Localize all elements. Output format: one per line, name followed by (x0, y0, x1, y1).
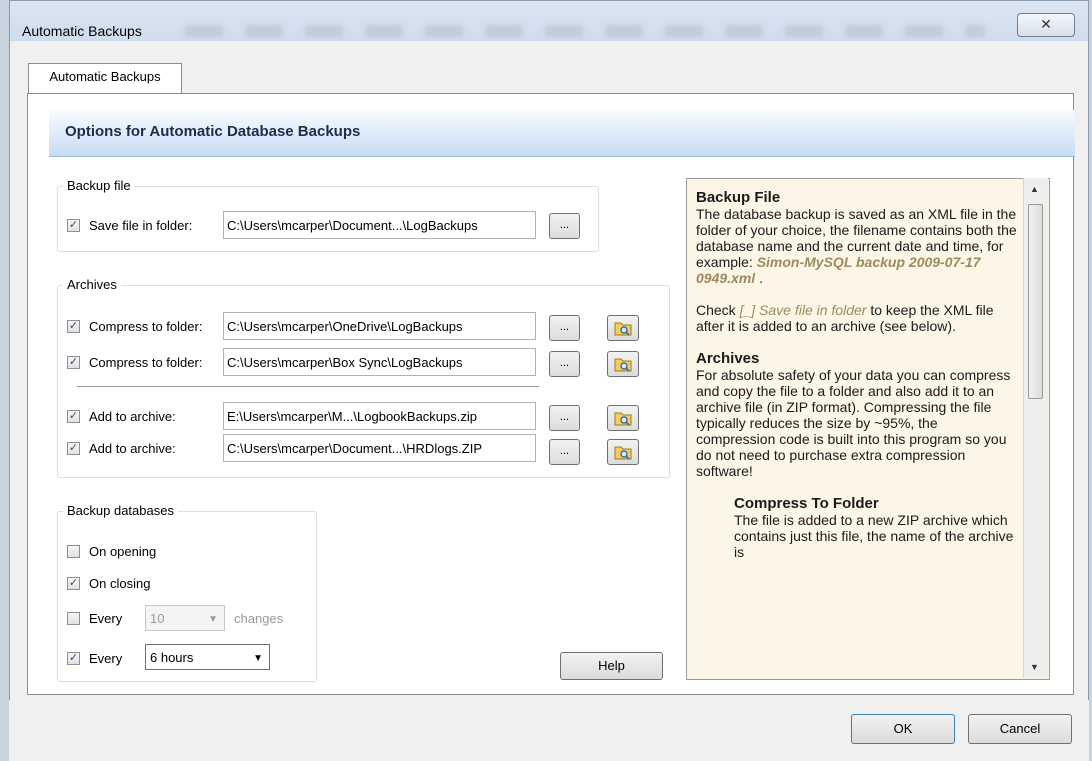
checkmark-icon: ✓ (68, 577, 79, 589)
backup-file-group-label: Backup file (63, 178, 135, 193)
checkmark-icon: ✓ (68, 410, 79, 422)
help-paragraph: . (759, 270, 763, 286)
every-time-checkbox[interactable]: ✓ (67, 652, 80, 665)
title-bar: Automatic Backups ✕ (10, 1, 1088, 41)
help-scrollbar[interactable]: ▲ ▼ (1023, 178, 1048, 678)
folder-search-icon (614, 358, 632, 372)
folder-search-icon (614, 322, 632, 336)
backup-databases-group-label: Backup databases (63, 503, 178, 518)
on-closing-label: On closing (89, 576, 151, 591)
backup-interval-select[interactable]: 6 hours ▼ (145, 644, 270, 670)
close-icon[interactable]: ✕ (1017, 13, 1075, 37)
every-changes-label: Every (89, 611, 123, 626)
help-subheading: Compress To Folder (734, 495, 879, 512)
compress-folder-field[interactable]: C:\Users\mcarper\Box Sync\LogBackups (223, 348, 536, 376)
window-title: Automatic Backups (22, 23, 142, 39)
archives-separator (77, 386, 539, 387)
help-content: Backup File The database backup is saved… (696, 189, 1018, 576)
archive-row-checkbox[interactable]: ✓ (67, 320, 80, 333)
checkmark-icon: ✓ (68, 652, 79, 664)
every-time-label: Every (89, 651, 123, 666)
backup-interval-value: 6 hours (150, 650, 194, 665)
open-folder-button[interactable] (607, 315, 639, 341)
on-opening-label: On opening (89, 544, 157, 559)
tab-automatic-backups[interactable]: Automatic Backups (28, 63, 182, 94)
archive-file-field[interactable]: E:\Users\mcarper\M...\LogbookBackups.zip (223, 402, 536, 430)
help-heading: Archives (696, 350, 760, 367)
archive-row-label: Add to archive: (89, 441, 176, 456)
chevron-down-icon: ▼ (253, 653, 263, 664)
folder-search-icon (614, 412, 632, 426)
changes-count-value: 10 (150, 611, 165, 626)
help-heading: Backup File (696, 189, 781, 206)
checkmark-icon: ✓ (68, 356, 79, 368)
archive-row-label: Compress to folder: (89, 319, 203, 334)
compress-folder-browse-button[interactable]: ... (549, 315, 580, 341)
archives-group-label: Archives (63, 277, 121, 292)
changes-suffix-label: changes (234, 611, 284, 626)
open-folder-button[interactable] (607, 405, 639, 431)
help-button[interactable]: Help (560, 652, 663, 680)
archive-file-browse-button[interactable]: ... (549, 439, 580, 465)
checkmark-icon: ✓ (68, 219, 79, 231)
scroll-down-icon[interactable]: ▼ (1030, 662, 1039, 672)
open-folder-button[interactable] (607, 439, 639, 465)
help-panel: Backup File The database backup is saved… (686, 178, 1050, 680)
open-folder-button[interactable] (607, 351, 639, 377)
archive-row-checkbox[interactable]: ✓ (67, 410, 80, 423)
help-paragraph: Check (696, 302, 736, 318)
folder-search-icon (614, 446, 632, 460)
scroll-thumb[interactable] (1028, 204, 1043, 399)
archive-row-label: Add to archive: (89, 409, 176, 424)
save-file-checkbox[interactable]: ✓ (67, 219, 80, 232)
help-paragraph: For absolute safety of your data you can… (696, 367, 1011, 479)
scroll-up-icon[interactable]: ▲ (1030, 184, 1039, 194)
every-changes-checkbox[interactable] (67, 612, 80, 625)
compress-folder-browse-button[interactable]: ... (549, 351, 580, 377)
help-paragraph: The file is added to a new ZIP archive w… (734, 512, 1014, 560)
chevron-down-icon: ▼ (208, 614, 218, 625)
page-title: Options for Automatic Database Backups (65, 123, 361, 140)
archive-file-field[interactable]: C:\Users\mcarper\Document...\HRDlogs.ZIP (223, 434, 536, 462)
options-header: Options for Automatic Database Backups (49, 110, 1075, 157)
help-hint: [_] Save file in folder (739, 302, 867, 318)
cancel-button[interactable]: Cancel (968, 714, 1072, 744)
archive-row-checkbox[interactable]: ✓ (67, 442, 80, 455)
save-file-label: Save file in folder: (89, 218, 193, 233)
on-closing-checkbox[interactable]: ✓ (67, 577, 80, 590)
save-folder-field[interactable]: C:\Users\mcarper\Document...\LogBackups (223, 211, 536, 239)
save-folder-browse-button[interactable]: ... (549, 213, 580, 239)
changes-count-select[interactable]: 10 ▼ (145, 605, 225, 631)
on-opening-checkbox[interactable] (67, 545, 80, 558)
archive-row-checkbox[interactable]: ✓ (67, 356, 80, 369)
ok-button[interactable]: OK (851, 714, 955, 744)
blurred-title-content (185, 25, 985, 37)
archive-file-browse-button[interactable]: ... (549, 405, 580, 431)
compress-folder-field[interactable]: C:\Users\mcarper\OneDrive\LogBackups (223, 312, 536, 340)
archive-row-label: Compress to folder: (89, 355, 203, 370)
checkmark-icon: ✓ (68, 442, 79, 454)
checkmark-icon: ✓ (68, 320, 79, 332)
